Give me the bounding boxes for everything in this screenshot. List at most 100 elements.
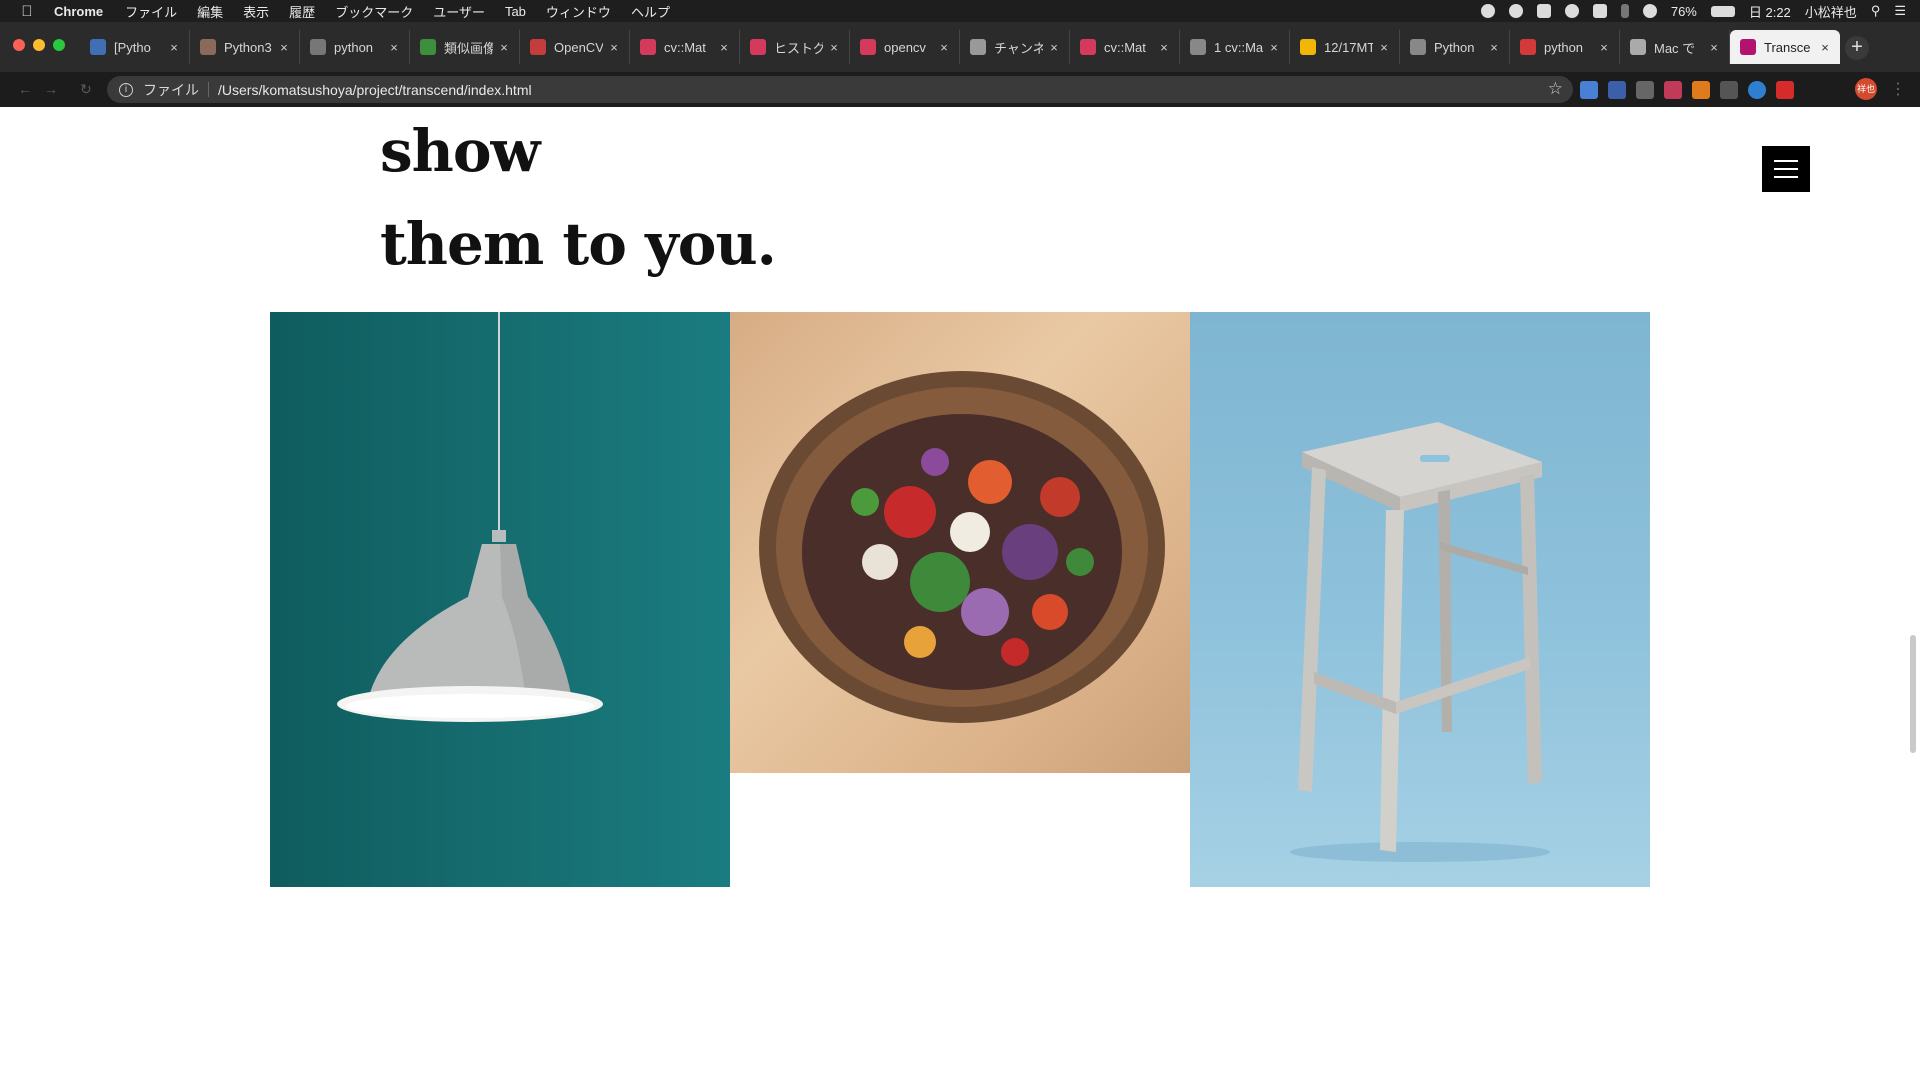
tab-close-icon[interactable]: × — [1487, 40, 1501, 55]
reload-icon[interactable]: ↻ — [80, 81, 92, 98]
browser-tab[interactable]: 12/17MT × — [1290, 30, 1400, 64]
new-tab-button[interactable]: + — [1845, 36, 1869, 60]
browser-tab[interactable]: チャンネ × — [960, 30, 1070, 64]
tab-favicon-icon — [1300, 39, 1316, 55]
cloud-icon[interactable] — [1536, 4, 1551, 18]
photo-stool[interactable] — [1190, 312, 1650, 887]
compass-extension-icon[interactable] — [1748, 81, 1766, 99]
image-gallery — [270, 312, 1650, 888]
tab-close-icon[interactable]: × — [387, 40, 401, 55]
forward-arrow-icon[interactable]: → — [44, 81, 58, 97]
menu-app-name[interactable]: Chrome — [54, 4, 103, 19]
salad-illustration — [759, 371, 1165, 723]
tab-close-icon[interactable]: × — [827, 40, 841, 55]
browser-tab[interactable]: [Pytho × — [80, 30, 190, 64]
translate-extension-icon[interactable] — [1580, 81, 1598, 99]
browser-tab[interactable]: 1 cv::Ma × — [1180, 30, 1290, 64]
tab-favicon-icon — [970, 39, 986, 55]
browser-tab[interactable]: Transce × — [1730, 30, 1840, 64]
tab-favicon-icon — [1630, 39, 1646, 55]
notification-center-icon[interactable]: ☰ — [1894, 3, 1906, 19]
browser-tab[interactable]: Python × — [1400, 30, 1510, 64]
photo-salad[interactable] — [730, 312, 1190, 773]
tab-close-icon[interactable]: × — [607, 40, 621, 55]
photo-lamp[interactable] — [270, 312, 730, 887]
menu-view[interactable]: 表示 — [243, 2, 269, 21]
tab-title: [Pytho — [114, 39, 151, 55]
bookmark-star-icon[interactable]: ☆ — [1548, 79, 1563, 99]
page-scrollbar-thumb[interactable] — [1910, 635, 1916, 753]
browser-tab[interactable]: python × — [300, 30, 410, 64]
tab-close-icon[interactable]: × — [277, 40, 291, 55]
menu-help[interactable]: ヘルプ — [631, 2, 670, 21]
hamburger-bar — [1774, 160, 1798, 162]
menu-file[interactable]: ファイル — [125, 2, 177, 21]
browser-tab[interactable]: Python3 × — [190, 30, 300, 64]
menu-user[interactable]: ユーザー — [433, 2, 485, 21]
tab-title: 12/17MT — [1324, 39, 1373, 55]
dictionary-extension-icon[interactable] — [1608, 81, 1626, 99]
site-info-icon[interactable]: i — [119, 82, 133, 97]
hamburger-bar — [1774, 168, 1798, 170]
tab-favicon-icon — [1740, 39, 1756, 55]
lamp-illustration — [337, 312, 603, 722]
window-minimize-button[interactable] — [33, 39, 45, 51]
browser-tab[interactable]: OpenCV × — [520, 30, 630, 64]
browser-menu-icon[interactable]: ⋮ — [1890, 79, 1906, 99]
menu-tab[interactable]: Tab — [505, 4, 526, 19]
video-extension-icon[interactable] — [1776, 81, 1794, 99]
browser-tab[interactable]: Mac で × — [1620, 30, 1730, 64]
input-method-icon[interactable] — [1592, 4, 1607, 18]
tab-close-icon[interactable]: × — [1707, 40, 1721, 55]
profile-avatar[interactable]: 祥也 — [1855, 78, 1877, 100]
menu-window[interactable]: ウィンドウ — [546, 2, 611, 21]
wifi-icon[interactable] — [1642, 4, 1657, 18]
back-arrow-icon[interactable]: ← — [18, 81, 32, 97]
menu-history[interactable]: 履歴 — [289, 2, 315, 21]
tab-close-icon[interactable]: × — [717, 40, 731, 55]
hamburger-menu-button[interactable] — [1762, 146, 1810, 192]
browser-tab[interactable]: 類似画像 × — [410, 30, 520, 64]
tab-close-icon[interactable]: × — [1597, 40, 1611, 55]
browser-tab[interactable]: opencv × — [850, 30, 960, 64]
tab-close-icon[interactable]: × — [167, 40, 181, 55]
browser-tab[interactable]: ヒストグ × — [740, 30, 850, 64]
url-text[interactable]: /Users/komatsushoya/project/transcend/in… — [218, 82, 532, 98]
window-zoom-button[interactable] — [53, 39, 65, 51]
tab-close-icon[interactable]: × — [497, 40, 511, 55]
tab-favicon-icon — [200, 39, 216, 55]
tab-close-icon[interactable]: × — [1377, 40, 1391, 55]
grid-extension-icon[interactable] — [1664, 81, 1682, 99]
tab-close-icon[interactable]: × — [1047, 40, 1061, 55]
browser-tab[interactable]: cv::Mat × — [630, 30, 740, 64]
tab-title: python — [1544, 39, 1584, 55]
menu-edit[interactable]: 編集 — [197, 2, 223, 21]
browser-tab[interactable]: python × — [1510, 30, 1620, 64]
fox-extension-icon[interactable] — [1692, 81, 1710, 99]
menubar-clock[interactable]: 日 2:22 — [1749, 2, 1791, 21]
camera-extension-icon[interactable] — [1636, 81, 1654, 99]
menubar-user[interactable]: 小松祥也 — [1805, 2, 1857, 21]
spotlight-icon[interactable]: ⚲ — [1871, 3, 1881, 19]
tab-close-icon[interactable]: × — [937, 40, 951, 55]
heading-line-1: projects and we are so excited to show — [380, 117, 540, 185]
tab-close-icon[interactable]: × — [1267, 40, 1281, 55]
tab-favicon-icon — [310, 39, 326, 55]
apple-icon[interactable]:  — [0, 3, 54, 20]
bluetooth-icon[interactable] — [1620, 4, 1629, 18]
tab-close-icon[interactable]: × — [1157, 40, 1171, 55]
selenium-extension-icon[interactable] — [1720, 81, 1738, 99]
window-close-button[interactable] — [13, 39, 25, 51]
browser-toolbar: ← → ↻ i ファイル /Users/komatsushoya/project… — [0, 72, 1920, 107]
grammarly-icon[interactable] — [1508, 4, 1523, 18]
tab-title: 1 cv::Ma — [1214, 39, 1263, 55]
tab-favicon-icon — [1410, 39, 1426, 55]
browser-tab[interactable]: cv::Mat × — [1070, 30, 1180, 64]
address-bar[interactable]: i ファイル /Users/komatsushoya/project/trans… — [107, 76, 1573, 103]
menu-bookmarks[interactable]: ブックマーク — [335, 2, 413, 21]
record-icon[interactable] — [1480, 4, 1495, 18]
tab-title: opencv — [884, 39, 926, 55]
creative-cloud-icon[interactable] — [1564, 4, 1579, 18]
battery-icon[interactable] — [1710, 5, 1735, 17]
tab-close-icon[interactable]: × — [1818, 40, 1832, 55]
